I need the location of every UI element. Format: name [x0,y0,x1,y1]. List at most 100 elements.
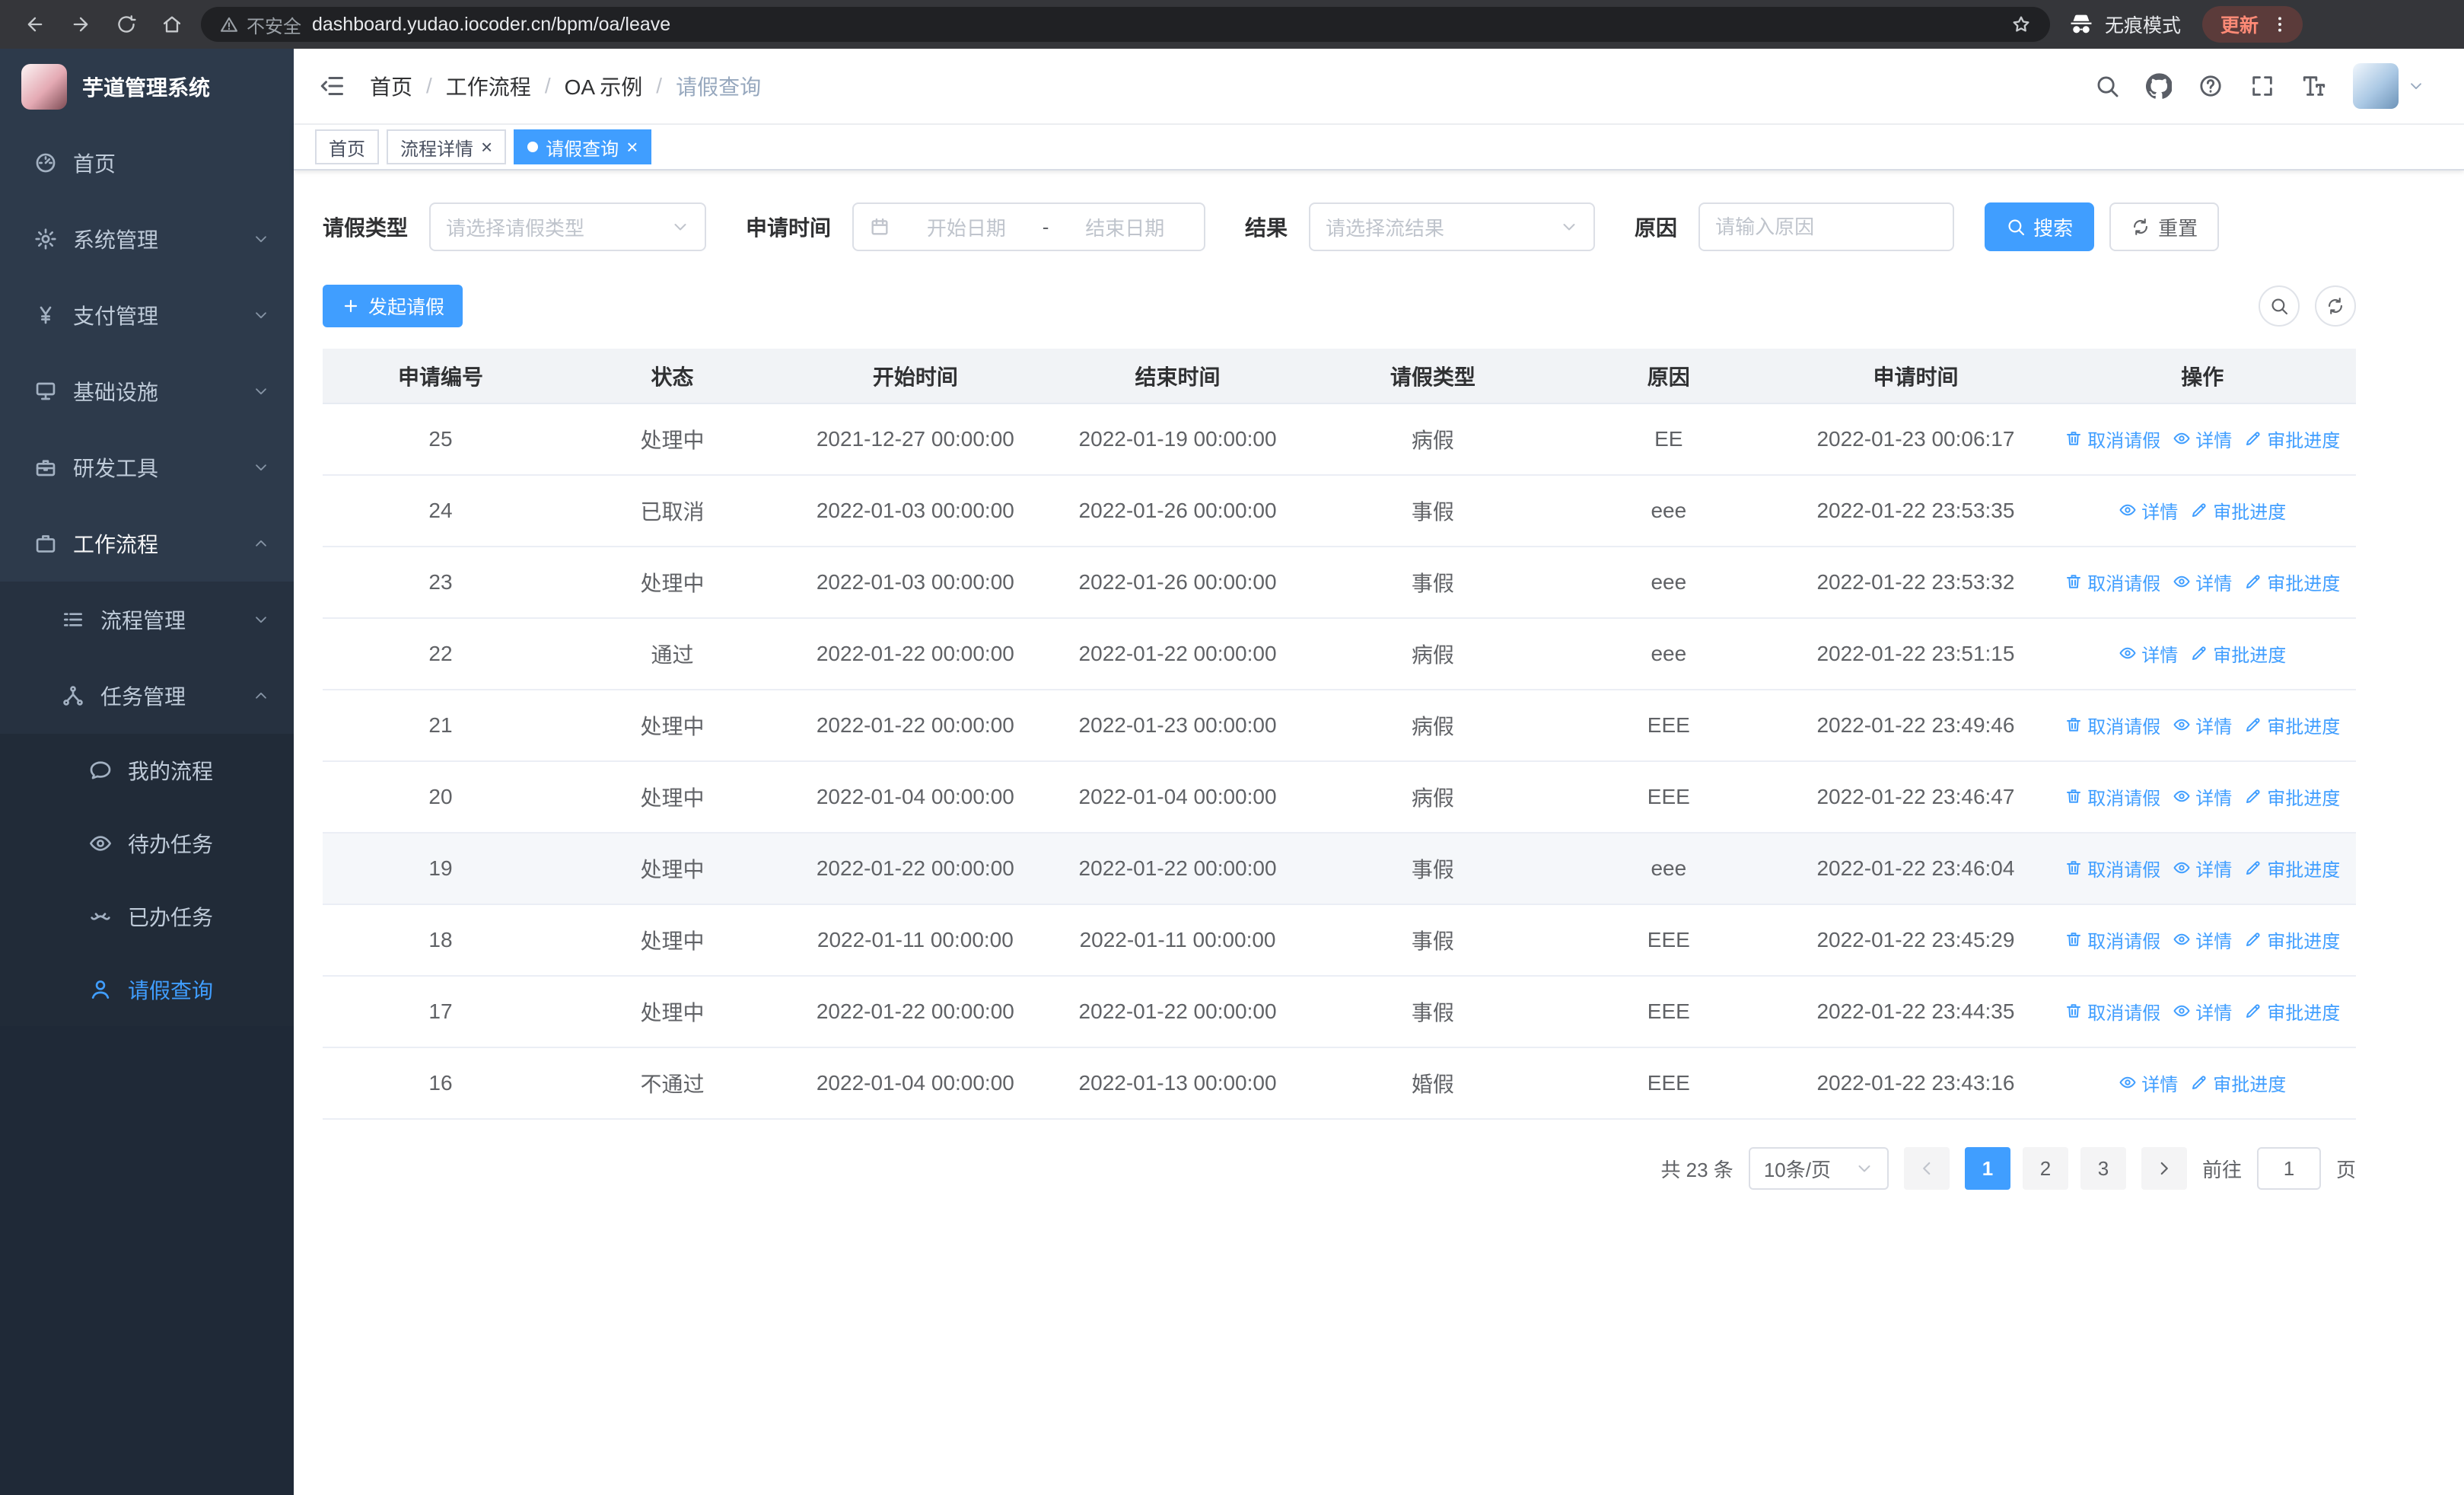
approval-progress-link[interactable]: 审批进度 [2244,712,2340,738]
close-icon[interactable]: × [626,137,638,157]
tab-label: 首页 [329,139,365,160]
cell-actions: 取消请假 详情 审批进度 [2049,904,2356,977]
page-size-select[interactable]: 10条/页 [1748,1147,1889,1190]
user-avatar-menu[interactable] [2353,63,2424,109]
apply-time-range-picker[interactable]: 开始日期 - 结束日期 [852,202,1206,251]
column-header: 状态 [558,349,787,404]
cell-reason: EEE [1555,1047,1783,1120]
sidebar-item[interactable]: 支付管理 [0,277,294,353]
page-button-3[interactable]: 3 [2080,1147,2126,1190]
pen-icon [2244,429,2262,448]
next-page-button[interactable] [2141,1147,2187,1190]
table-row: 19 处理中 2022-01-22 00:00:00 2022-01-22 00… [323,833,2356,905]
prev-page-button[interactable] [1903,1147,1950,1190]
cell-end-time: 2022-01-23 00:00:00 [1044,690,1311,762]
sidebar-item[interactable]: 工作流程 [0,505,294,582]
reset-button[interactable]: 重置 [2109,202,2220,251]
chevron-up-icon [253,535,269,552]
browser-update-button[interactable]: 更新 [2202,6,2303,43]
detail-link[interactable]: 详情 [2173,569,2232,595]
approval-progress-link[interactable]: 审批进度 [2244,855,2340,881]
breadcrumb-item[interactable]: 工作流程 [446,71,531,101]
briefcase-icon [33,531,58,556]
column-header: 结束时间 [1044,349,1311,404]
sidebar-item[interactable]: 流程管理 [0,582,294,658]
detail-link[interactable]: 详情 [2119,1069,2178,1096]
sidebar-item[interactable]: 已办任务 [0,880,294,953]
approval-progress-link[interactable]: 审批进度 [2190,1069,2286,1096]
chat-icon [88,758,113,783]
approval-progress-link[interactable]: 审批进度 [2244,998,2340,1025]
sidebar-item[interactable]: 我的流程 [0,734,294,807]
sidebar-item[interactable]: 待办任务 [0,807,294,880]
cell-actions: 取消请假 详情 审批进度 [2049,833,2356,905]
help-icon[interactable] [2198,73,2224,99]
detail-link[interactable]: 详情 [2173,712,2232,738]
browser-back-button[interactable] [18,8,52,41]
tab-1[interactable]: 流程详情 × [387,129,507,164]
cancel-leave-link[interactable]: 取消请假 [2064,926,2160,953]
approval-progress-link[interactable]: 审批进度 [2244,426,2340,452]
approval-progress-link[interactable]: 审批进度 [2190,497,2286,524]
browser-menu-icon[interactable] [2269,14,2291,35]
cancel-leave-link[interactable]: 取消请假 [2064,783,2160,810]
action-label: 审批进度 [2267,788,2341,809]
leave-type-select[interactable]: 请选择请假类型 [429,202,707,251]
browser-forward-button[interactable] [64,8,97,41]
approval-progress-link[interactable]: 审批进度 [2244,569,2340,595]
cancel-leave-link[interactable]: 取消请假 [2064,712,2160,738]
sidebar-toggle-button[interactable] [318,72,345,100]
search-button[interactable]: 搜索 [1985,202,2095,251]
bookmark-star-icon[interactable] [2010,14,2032,35]
reason-input[interactable] [1715,215,1938,239]
detail-link[interactable]: 详情 [2173,926,2232,953]
cancel-leave-link[interactable]: 取消请假 [2064,855,2160,881]
cell-reason: EE [1555,403,1783,476]
address-bar[interactable]: 不安全 dashboard.yudao.iocoder.cn/bpm/oa/le… [201,7,2050,42]
app-logo[interactable]: 芋道管理系统 [0,49,294,125]
tab-2[interactable]: 请假查询 × [514,129,652,164]
cancel-leave-link[interactable]: 取消请假 [2064,569,2160,595]
approval-progress-link[interactable]: 审批进度 [2244,783,2340,810]
browser-home-button[interactable] [155,8,189,41]
sidebar-item[interactable]: 首页 [0,125,294,201]
cancel-leave-link[interactable]: 取消请假 [2064,426,2160,452]
browser-reload-button[interactable] [110,8,143,41]
detail-link[interactable]: 详情 [2119,640,2178,667]
fullscreen-icon[interactable] [2249,73,2275,99]
sidebar-item[interactable]: 请假查询 [0,953,294,1026]
approval-progress-link[interactable]: 审批进度 [2244,926,2340,953]
header-search-icon[interactable] [2094,73,2120,99]
sidebar-item-label: 我的流程 [128,760,214,783]
detail-link[interactable]: 详情 [2173,783,2232,810]
close-icon[interactable]: × [481,137,492,157]
cell-apply-time: 2022-01-22 23:53:35 [1782,475,2049,547]
tab-0[interactable]: 首页 [315,129,379,164]
page-button-2[interactable]: 2 [2022,1147,2068,1190]
detail-link[interactable]: 详情 [2119,497,2178,524]
breadcrumb-item[interactable]: 首页 [370,71,412,101]
refresh-table-button[interactable] [2315,285,2356,327]
breadcrumb-item[interactable]: OA 示例 [565,71,643,101]
toggle-search-button[interactable] [2259,285,2300,327]
result-select[interactable]: 请选择流结果 [1309,202,1596,251]
sidebar-item[interactable]: 系统管理 [0,201,294,277]
pen-icon [2244,930,2262,948]
detail-link[interactable]: 详情 [2173,855,2232,881]
cancel-leave-link[interactable]: 取消请假 [2064,998,2160,1025]
approval-progress-link[interactable]: 审批进度 [2190,640,2286,667]
create-leave-button[interactable]: 发起请假 [323,285,463,327]
breadcrumb-separator: / [426,74,432,97]
detail-link[interactable]: 详情 [2173,998,2232,1025]
detail-link[interactable]: 详情 [2173,426,2232,452]
page-button-1[interactable]: 1 [1964,1147,2010,1190]
sidebar-item[interactable]: 基础设施 [0,353,294,429]
sidebar-item[interactable]: 任务管理 [0,658,294,734]
cell-id: 16 [323,1047,559,1120]
goto-page-input[interactable] [2256,1147,2321,1190]
person-icon [88,977,113,1002]
github-icon[interactable] [2146,73,2172,99]
cell-apply-time: 2022-01-22 23:45:29 [1782,904,2049,977]
sidebar-item[interactable]: 研发工具 [0,429,294,505]
font-size-icon[interactable] [2301,73,2327,99]
